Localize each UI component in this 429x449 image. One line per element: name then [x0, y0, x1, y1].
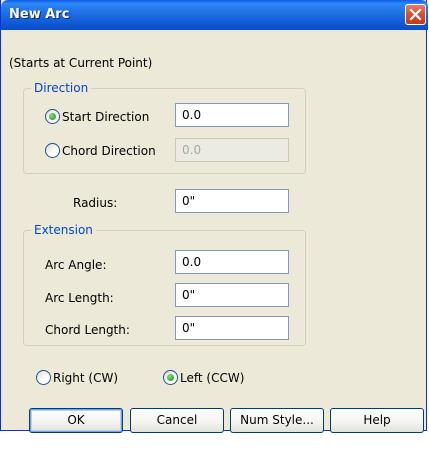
arc-angle-input[interactable] — [175, 250, 289, 274]
right-cw-radio[interactable] — [36, 370, 51, 385]
arc-angle-label: Arc Angle: — [45, 258, 107, 272]
radius-label: Radius: — [73, 196, 118, 210]
num-style-button[interactable]: Num Style... — [230, 408, 324, 433]
help-button[interactable]: Help — [330, 408, 424, 433]
chord-length-label: Chord Length: — [45, 323, 130, 337]
title-bar: New Arc — [1, 0, 428, 30]
ok-button[interactable]: OK — [29, 408, 123, 433]
start-direction-radio[interactable] — [45, 109, 60, 124]
cancel-button[interactable]: Cancel — [130, 408, 224, 433]
chord-direction-input — [175, 138, 289, 162]
left-ccw-radio[interactable] — [163, 370, 178, 385]
chord-direction-label[interactable]: Chord Direction — [62, 144, 156, 158]
start-direction-input[interactable] — [175, 103, 289, 127]
chord-direction-radio[interactable] — [45, 143, 60, 158]
window-title: New Arc — [9, 7, 70, 22]
new-arc-dialog: New Arc (Starts at Current Point) Direct… — [0, 0, 428, 433]
chord-length-input[interactable] — [175, 316, 289, 340]
extension-legend: Extension — [31, 223, 96, 237]
direction-legend: Direction — [31, 81, 92, 95]
dialog-subtitle: (Starts at Current Point) — [9, 56, 153, 70]
arc-length-label: Arc Length: — [45, 291, 114, 305]
radius-input[interactable] — [175, 189, 289, 213]
left-ccw-label[interactable]: Left (CCW) — [180, 371, 244, 385]
arc-length-input[interactable] — [175, 283, 289, 307]
close-button[interactable] — [405, 4, 426, 25]
close-icon — [409, 8, 422, 21]
start-direction-label[interactable]: Start Direction — [62, 110, 149, 124]
right-cw-label[interactable]: Right (CW) — [53, 371, 118, 385]
